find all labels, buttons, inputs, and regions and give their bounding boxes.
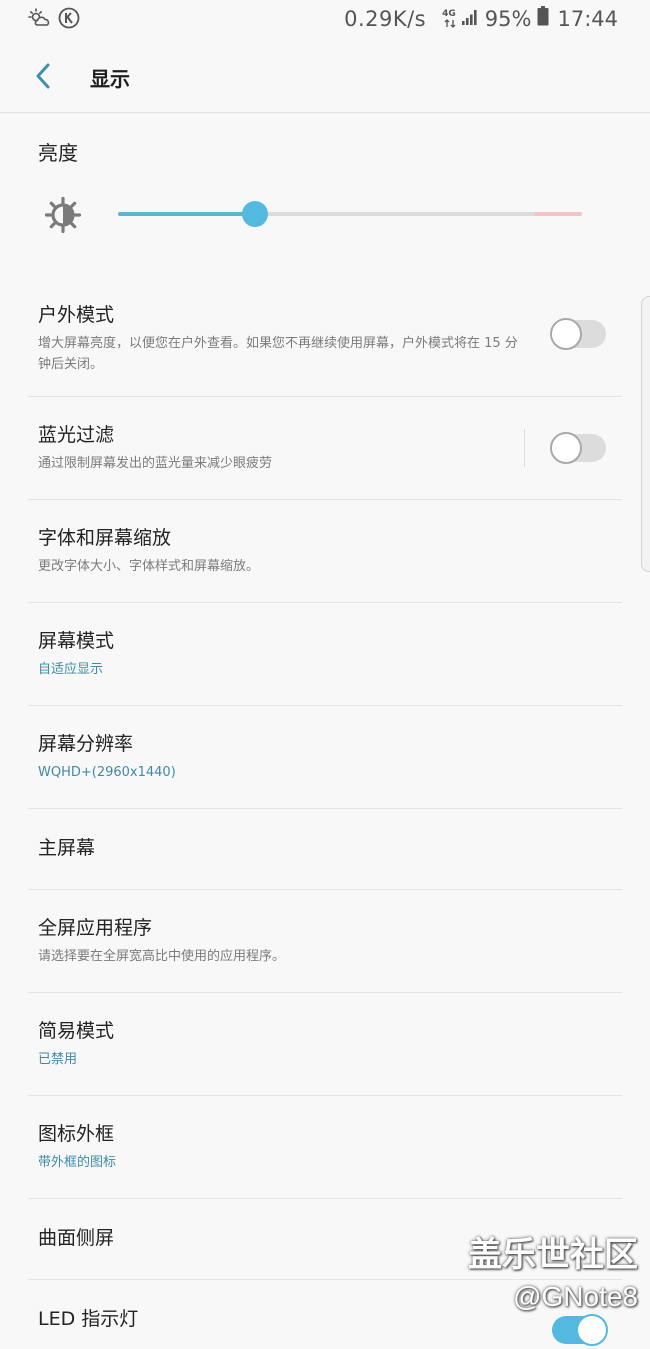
weather-icon xyxy=(28,8,50,32)
status-bar: 0.29K/s 4G 95% 17:44 xyxy=(0,0,650,40)
setting-text: 屏幕模式 自适应显示 xyxy=(38,629,522,680)
toggle-knob xyxy=(550,318,582,350)
watermark-line2: @GNote8 xyxy=(513,1281,638,1312)
setting-subtitle: 带外框的图标 xyxy=(38,1155,117,1170)
battery-percent: 95% xyxy=(484,6,532,31)
header-divider xyxy=(0,112,650,113)
toggle-knob xyxy=(550,432,582,464)
network-type: 4G xyxy=(442,8,456,19)
setting-subtitle: 通过限制屏幕发出的蓝光量来减少眼疲劳 xyxy=(38,456,273,471)
setting-title: 户外模式 xyxy=(38,304,115,326)
k-icon xyxy=(58,7,80,33)
setting-subtitle: 自适应显示 xyxy=(38,662,104,677)
setting-row-icon-frames[interactable]: 图标外框带外框的图标 xyxy=(28,1095,622,1198)
slider-fill xyxy=(118,212,255,216)
network-speed: 0.29K/s xyxy=(344,6,427,31)
setting-title: 屏幕模式 xyxy=(38,630,115,652)
brightness-sun-icon xyxy=(44,196,82,238)
setting-subtitle: 请选择要在全屏宽高比中使用的应用程序。 xyxy=(38,949,286,964)
scroll-edge-handle[interactable] xyxy=(641,296,650,572)
setting-title: 字体和屏幕缩放 xyxy=(38,527,172,549)
clock: 17:44 xyxy=(557,6,618,31)
setting-row-home-screen[interactable]: 主屏幕 xyxy=(28,808,622,889)
setting-title: LED 指示灯 xyxy=(38,1308,139,1330)
setting-text: 主屏幕 xyxy=(38,836,522,860)
watermark-line1: 盖乐世社区 xyxy=(468,1235,638,1275)
setting-title: 曲面侧屏 xyxy=(38,1227,115,1249)
setting-subtitle: WQHD+(2960x1440) xyxy=(38,765,176,780)
setting-title: 图标外框 xyxy=(38,1123,115,1145)
watermark: 盖乐世社区 @GNote8 xyxy=(468,1233,638,1317)
setting-title: 屏幕分辨率 xyxy=(38,733,134,755)
setting-row-blue-light-filter[interactable]: 蓝光过滤通过限制屏幕发出的蓝光量来减少眼疲劳 xyxy=(28,396,622,499)
toggle-separator xyxy=(524,429,525,467)
setting-subtitle: 增大屏幕亮度，以便您在户外查看。如果您不再继续使用屏幕，户外模式将在 15 分钟… xyxy=(38,336,518,372)
setting-text: 户外模式增大屏幕亮度，以便您在户外查看。如果您不再继续使用屏幕，户外模式将在 1… xyxy=(38,303,522,375)
setting-title: 主屏幕 xyxy=(38,837,96,859)
setting-text: 字体和屏幕缩放更改字体大小、字体样式和屏幕缩放。 xyxy=(38,526,522,577)
signal-icon xyxy=(461,7,479,31)
led-indicator-toggle[interactable] xyxy=(550,1314,608,1346)
setting-title: 全屏应用程序 xyxy=(38,917,153,939)
setting-text: 图标外框带外框的图标 xyxy=(38,1122,522,1173)
setting-text: 曲面侧屏 xyxy=(38,1226,522,1250)
setting-subtitle: 更改字体大小、字体样式和屏幕缩放。 xyxy=(38,559,260,574)
setting-text: 屏幕分辨率 WQHD+(2960x1440) xyxy=(38,732,522,783)
page-title: 显示 xyxy=(90,67,130,91)
setting-row-outdoor-mode[interactable]: 户外模式增大屏幕亮度，以便您在户外查看。如果您不再继续使用屏幕，户外模式将在 1… xyxy=(28,275,622,396)
setting-title: 简易模式 xyxy=(38,1020,115,1042)
battery-icon xyxy=(537,6,549,31)
back-button[interactable] xyxy=(28,60,60,92)
setting-text: LED 指示灯 xyxy=(38,1307,522,1331)
setting-text: 简易模式 已禁用 xyxy=(38,1019,522,1070)
setting-text: 全屏应用程序请选择要在全屏宽高比中使用的应用程序。 xyxy=(38,916,522,967)
setting-row-screen-mode[interactable]: 屏幕模式 自适应显示 xyxy=(28,602,622,705)
back-arrow-icon xyxy=(36,63,50,89)
setting-row-font-and-zoom[interactable]: 字体和屏幕缩放更改字体大小、字体样式和屏幕缩放。 xyxy=(28,499,622,602)
setting-title: 蓝光过滤 xyxy=(38,424,115,446)
brightness-slider[interactable] xyxy=(118,198,582,230)
setting-row-easy-mode[interactable]: 简易模式 已禁用 xyxy=(28,992,622,1095)
toggle-knob xyxy=(576,1314,608,1346)
data-arrows-icon: 4G xyxy=(442,8,459,28)
outdoor-mode-toggle[interactable] xyxy=(550,318,608,350)
app-bar: 显示 xyxy=(0,40,650,112)
setting-subtitle: 已禁用 xyxy=(38,1052,78,1067)
setting-row-full-screen-apps[interactable]: 全屏应用程序请选择要在全屏宽高比中使用的应用程序。 xyxy=(28,889,622,992)
setting-text: 蓝光过滤通过限制屏幕发出的蓝光量来减少眼疲劳 xyxy=(38,423,522,474)
slider-thumb[interactable] xyxy=(241,201,268,227)
slider-high-zone xyxy=(534,212,582,216)
setting-row-screen-resolution[interactable]: 屏幕分辨率 WQHD+(2960x1440) xyxy=(28,705,622,808)
blue-light-filter-toggle[interactable] xyxy=(550,432,608,464)
brightness-label: 亮度 xyxy=(38,141,78,165)
settings-list: 户外模式增大屏幕亮度，以便您在户外查看。如果您不再继续使用屏幕，户外模式将在 1… xyxy=(28,275,622,1349)
